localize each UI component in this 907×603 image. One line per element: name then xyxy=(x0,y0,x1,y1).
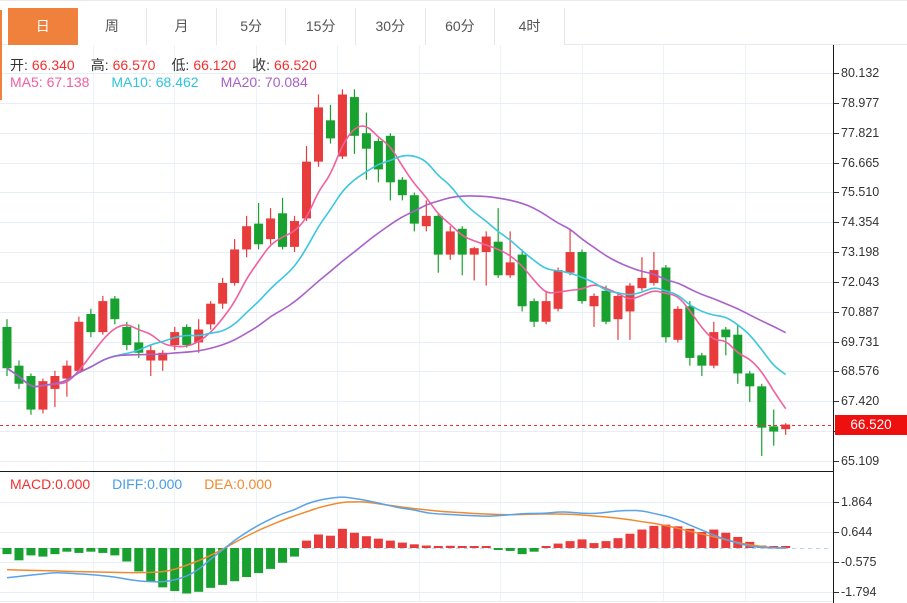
trading-chart-app: { "tab_bar": { "tabs": [ {"label": "日", … xyxy=(0,0,907,603)
tab-period-1[interactable]: 日 xyxy=(8,8,78,45)
tab-period-6[interactable]: 30分 xyxy=(356,8,426,45)
current-price-tag: 66.520 xyxy=(835,415,907,435)
left-accent-line xyxy=(0,10,2,100)
tab-period-7[interactable]: 60分 xyxy=(426,8,496,45)
candlestick-macd-chart-canvas[interactable] xyxy=(0,0,907,603)
tab-period-3[interactable]: 月 xyxy=(147,8,217,45)
tab-period-2[interactable]: 周 xyxy=(78,8,148,45)
tab-period-4[interactable]: 5分 xyxy=(217,8,287,45)
period-tab-bar: 日周月5分15分30分60分4时 xyxy=(0,0,907,45)
tab-period-5[interactable]: 15分 xyxy=(286,8,356,45)
tab-period-8[interactable]: 4时 xyxy=(495,8,565,45)
